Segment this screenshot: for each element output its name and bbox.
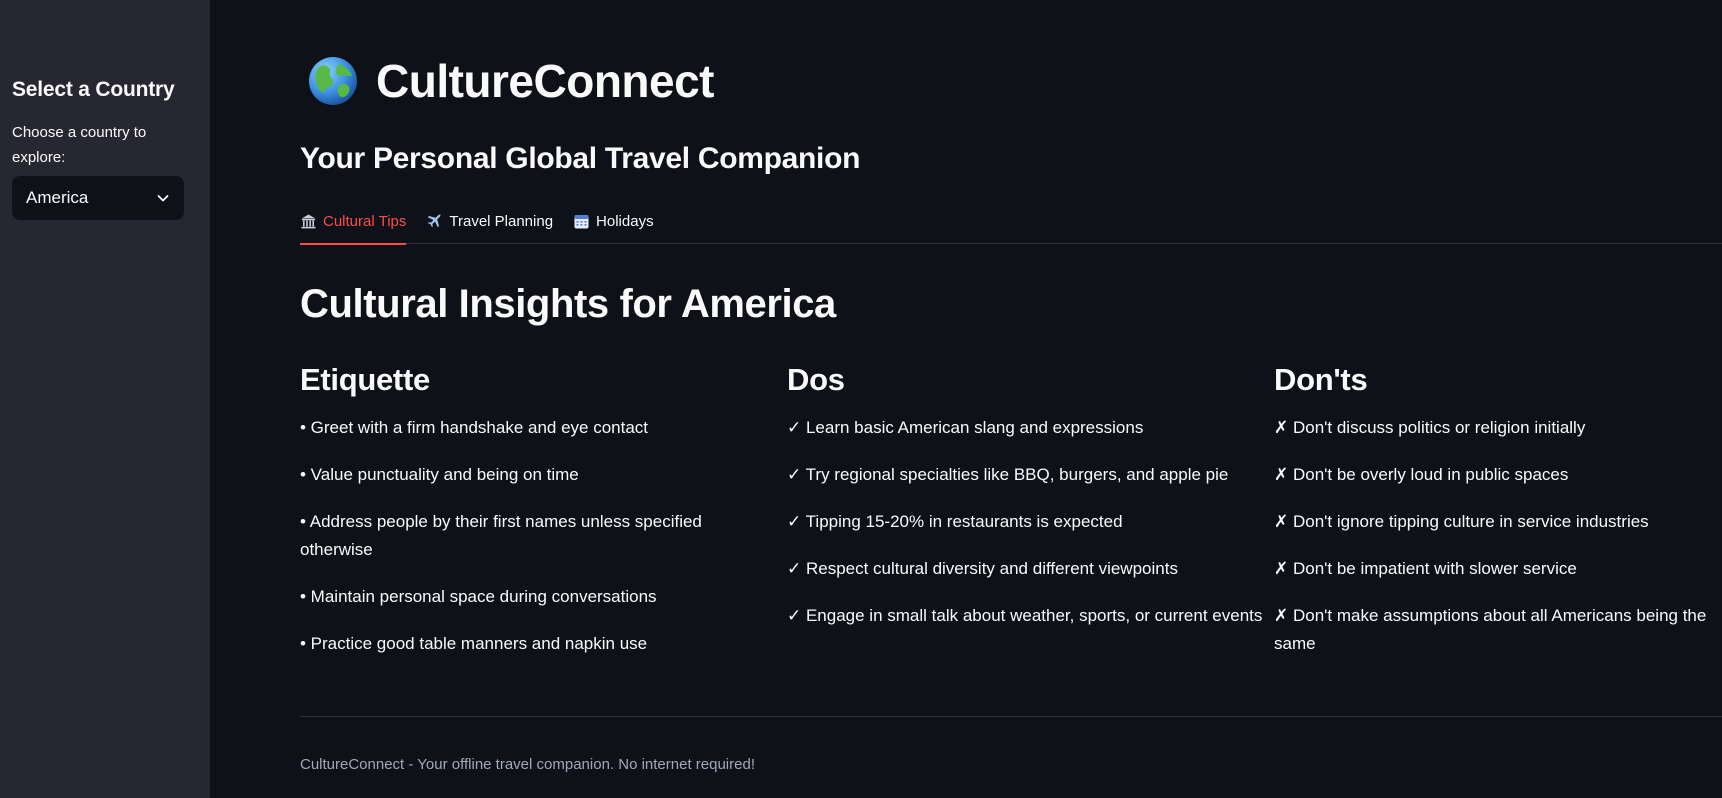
list-item: • Address people by their first names un… bbox=[300, 512, 702, 559]
section-title: Cultural Insights for America bbox=[300, 282, 836, 326]
divider bbox=[300, 716, 1722, 717]
title-row: CultureConnect bbox=[308, 54, 715, 108]
classical-building-icon bbox=[300, 213, 317, 230]
etiquette-heading: Etiquette bbox=[300, 362, 430, 397]
list-item: ✗ Don't ignore tipping culture in servic… bbox=[1274, 512, 1649, 531]
main-content: CultureConnect Your Personal Global Trav… bbox=[300, 0, 1722, 798]
etiquette-list: • Greet with a firm handshake and eye co… bbox=[300, 414, 780, 658]
list-item: ✓ Respect cultural diversity and differe… bbox=[787, 559, 1178, 578]
globe-icon bbox=[308, 56, 358, 106]
country-select[interactable]: America bbox=[12, 176, 184, 220]
etiquette-column: Etiquette • Greet with a firm handshake … bbox=[300, 362, 780, 677]
tab-label: Holidays bbox=[596, 212, 654, 230]
dos-heading: Dos bbox=[787, 362, 845, 397]
airplane-icon bbox=[426, 213, 443, 230]
donts-list: ✗ Don't discuss politics or religion ini… bbox=[1274, 414, 1714, 658]
tab-bar: Cultural Tips Travel Planning Holidays bbox=[300, 206, 1722, 245]
tab-travel-planning[interactable]: Travel Planning bbox=[426, 206, 553, 244]
list-item: • Maintain personal space during convers… bbox=[300, 587, 657, 606]
list-item: • Greet with a firm handshake and eye co… bbox=[300, 418, 649, 437]
list-item: ✓ Tipping 15-20% in restaurants is expec… bbox=[787, 512, 1123, 531]
dos-list: ✓ Learn basic American slang and express… bbox=[787, 414, 1267, 630]
chevron-down-icon bbox=[156, 191, 170, 205]
dos-column: Dos ✓ Learn basic American slang and exp… bbox=[787, 362, 1267, 649]
donts-heading: Don'ts bbox=[1274, 362, 1368, 397]
footer-text: CultureConnect - Your offline travel com… bbox=[300, 756, 755, 773]
tab-holidays[interactable]: Holidays bbox=[573, 206, 654, 244]
tab-cultural-tips[interactable]: Cultural Tips bbox=[300, 206, 407, 245]
donts-column: Don'ts ✗ Don't discuss politics or relig… bbox=[1274, 362, 1714, 677]
list-item: ✗ Don't make assumptions about all Ameri… bbox=[1274, 606, 1707, 653]
list-item: ✓ Learn basic American slang and express… bbox=[787, 418, 1144, 437]
list-item: ✓ Try regional specialties like BBQ, bur… bbox=[787, 465, 1229, 484]
list-item: ✗ Don't be overly loud in public spaces bbox=[1274, 465, 1569, 484]
list-item: ✗ Don't be impatient with slower service bbox=[1274, 559, 1577, 578]
sidebar-heading: Select a Country bbox=[12, 78, 175, 101]
calendar-icon bbox=[573, 213, 590, 230]
list-item: ✗ Don't discuss politics or religion ini… bbox=[1274, 418, 1586, 437]
country-select-value: America bbox=[26, 188, 89, 207]
list-item: • Practice good table manners and napkin… bbox=[300, 634, 648, 653]
app-subtitle: Your Personal Global Travel Companion bbox=[300, 142, 861, 175]
tab-label: Travel Planning bbox=[449, 212, 554, 230]
country-select-label: Choose a country to explore: bbox=[12, 124, 147, 166]
app-title: CultureConnect bbox=[376, 55, 715, 107]
sidebar: Select a Country Choose a country to exp… bbox=[0, 0, 210, 798]
list-item: • Value punctuality and being on time bbox=[300, 465, 579, 484]
list-item: ✓ Engage in small talk about weather, sp… bbox=[787, 606, 1263, 625]
tab-label: Cultural Tips bbox=[323, 212, 407, 230]
